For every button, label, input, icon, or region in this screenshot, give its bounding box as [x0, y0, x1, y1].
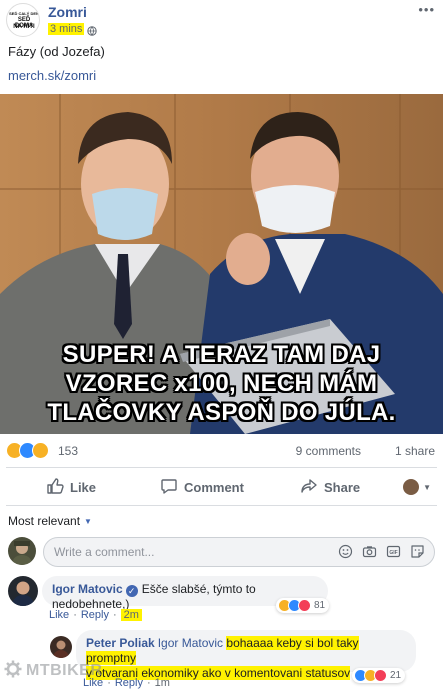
comment-mention[interactable]: Igor Matovic	[158, 636, 223, 650]
avatar	[403, 479, 420, 495]
comments-count[interactable]: 9 comments	[296, 444, 361, 458]
gif-icon[interactable]: GIF	[386, 544, 401, 559]
avatar-line-3: NA RITI	[13, 24, 35, 30]
love-reaction-icon	[374, 669, 387, 682]
post-image[interactable]: SUPER! A TERAZ TAM DAJ VZOREC x100, NECH…	[0, 94, 443, 434]
chevron-down-icon: ▼	[423, 482, 431, 492]
thumbs-up-icon	[46, 477, 64, 498]
comment-actions: Like · Reply · 2m	[49, 609, 142, 621]
comment-item: Igor Matovic ✓ Ešče slabšé, týmto to nedob…	[0, 574, 443, 626]
comment-reactions[interactable]: 21	[352, 668, 406, 683]
emoji-icon[interactable]	[338, 544, 353, 559]
svg-text:GIF: GIF	[389, 550, 397, 556]
comment-author[interactable]: Peter Poliak	[86, 636, 155, 650]
avatar[interactable]	[50, 636, 72, 658]
shares-count[interactable]: 1 share	[395, 444, 435, 458]
wow-reaction-icon	[32, 442, 49, 459]
verified-badge-icon: ✓	[125, 585, 138, 597]
more-options-icon[interactable]: •••	[418, 2, 435, 17]
meme-caption-line-2: VZOREC x100, NECH MÁM	[65, 370, 378, 397]
post-time[interactable]: 3 mins	[48, 23, 85, 35]
divider	[6, 505, 437, 506]
comment-bubble-icon	[160, 477, 178, 498]
reaction-count[interactable]: 153	[58, 444, 78, 458]
globe-icon	[87, 24, 98, 36]
post-text: Fázy (od Jozefa)	[8, 44, 105, 59]
avatar[interactable]	[8, 576, 38, 606]
meme-caption-line-3: TLAČOVKY ASPOŇ DO JÚLA.	[47, 399, 396, 426]
reaction-icons[interactable]	[6, 442, 49, 459]
comment-like-link[interactable]: Like	[49, 609, 69, 621]
sort-label: Most relevant	[8, 514, 81, 528]
share-arrow-icon	[300, 477, 318, 498]
watermark-text: MTBIKER	[26, 661, 103, 679]
avatar[interactable]	[8, 537, 36, 565]
comment-reaction-count: 81	[314, 600, 326, 611]
composer-tools: GIF	[338, 544, 425, 559]
comment-reactions[interactable]: 81	[276, 598, 330, 613]
share-label: Share	[324, 480, 361, 495]
post-header: SEĎ CALÝ DEŇ SEĎ DOMA NA RITI Zomri 3 mi…	[0, 0, 443, 40]
comment-reply-link[interactable]: Reply	[81, 609, 109, 621]
sticker-icon[interactable]	[410, 544, 425, 559]
comment-time[interactable]: 2m	[120, 609, 142, 621]
meme-caption-line-1: SUPER! A TERAZ TAM DAJ	[62, 341, 381, 368]
reactions-summary: 153 9 comments 1 share	[0, 438, 443, 464]
comment-reply-link[interactable]: Reply	[115, 677, 143, 689]
comment-time[interactable]: 1m	[155, 677, 170, 689]
page-avatar[interactable]: SEĎ CALÝ DEŇ SEĎ DOMA NA RITI	[6, 3, 40, 37]
post-actions: Like Comment Share ▼	[0, 471, 443, 503]
comment-reaction-count: 21	[390, 670, 402, 681]
comment-bubble: Peter Poliak Igor Matovic bohaaaa keby si…	[76, 630, 416, 680]
divider	[6, 467, 437, 468]
gear-logo-icon	[4, 660, 22, 681]
like-label: Like	[70, 480, 97, 495]
camera-icon[interactable]	[362, 544, 377, 559]
post-as-selector[interactable]: ▼	[403, 479, 431, 495]
comment-author[interactable]: Igor Matovic	[52, 582, 123, 596]
watermark: MTBIKER	[4, 660, 102, 681]
comment-label: Comment	[184, 480, 244, 495]
post-meta: 3 mins	[48, 22, 98, 36]
comment-composer: GIF	[0, 535, 443, 569]
post-link[interactable]: merch.sk/zomri	[8, 68, 96, 83]
chevron-down-icon: ▼	[84, 516, 92, 526]
love-reaction-icon	[298, 599, 311, 612]
like-button[interactable]: Like	[46, 477, 96, 498]
comment-button[interactable]: Comment	[160, 477, 244, 498]
page-name[interactable]: Zomri	[48, 4, 87, 20]
avatar-line-1: SEĎ CALÝ DEŇ	[9, 11, 39, 16]
comment-sort-selector[interactable]: Most relevant ▼	[8, 514, 92, 528]
share-button[interactable]: Share	[300, 477, 360, 498]
